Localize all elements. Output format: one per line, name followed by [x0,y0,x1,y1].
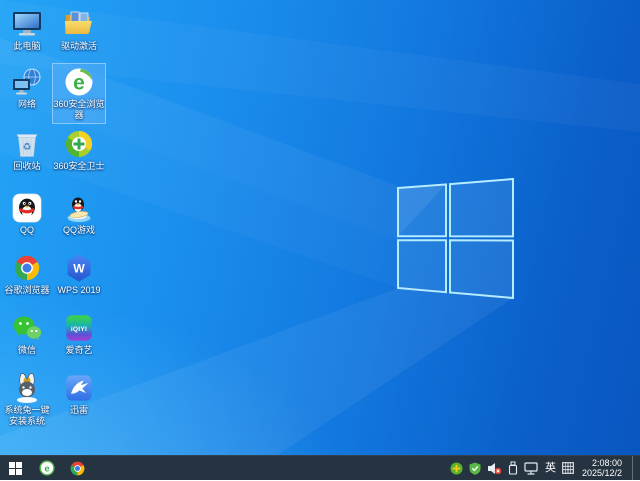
svg-text:iQIYI: iQIYI [71,326,87,333]
icon-label: 回收站 [13,161,41,171]
svg-text:W: W [73,262,85,276]
desktop-icon-recycle-bin[interactable]: ♻ 回收站 [1,126,53,174]
iqiyi-icon: iQIYI [62,312,96,344]
wps-icon: W [62,252,96,284]
icon-label: 网络 [17,99,36,109]
desktop-icon-360-safe[interactable]: 360安全卫士 [53,126,105,174]
desktop-icon-thunder[interactable]: 迅雷 [53,370,105,418]
desktop-icon-qq-games[interactable]: QQ游戏 [53,190,105,238]
chrome-taskbar-icon [70,461,85,475]
usb-device-tray-icon[interactable] [508,456,518,481]
icon-label: WPS 2019 [57,285,101,295]
volume-muted-icon[interactable] [487,456,502,481]
thunder-icon [62,372,96,404]
icon-label: 谷歌浏览器 [4,285,50,295]
desktop-icon-driver-activation[interactable]: 驱动激活 [53,6,105,54]
clock-date: 2025/12/2 [581,468,622,478]
windows-start-icon [9,461,22,475]
desktop-icon-system-rabbit[interactable]: 系统兔一键安装系统 [1,370,53,429]
svg-text:e: e [73,72,85,95]
ime-language-indicator[interactable]: 英 [545,456,556,481]
network-icon [10,66,44,98]
icon-label: 爱奇艺 [65,345,93,355]
desktop-icon-this-pc[interactable]: 此电脑 [1,6,53,54]
360-shield-tray-icon[interactable] [469,456,481,481]
taskbar-360-browser-button[interactable]: e [31,456,62,481]
icon-label: QQ [19,225,34,235]
desktop-icon-360-browser[interactable]: e 360安全浏览器 [52,63,106,124]
network-tray-icon[interactable] [524,456,539,481]
recycle-bin-icon: ♻ [10,128,44,160]
start-button[interactable] [0,456,31,481]
desktop-icon-wechat[interactable]: 微信 [1,310,53,358]
icon-label: 360安全卫士 [53,161,105,171]
desktop-icon-qq[interactable]: QQ [1,190,53,238]
icon-label: 系统兔一键安装系统 [4,405,50,426]
qq-icon [10,192,44,224]
clock-time: 2:08:00 [591,458,622,468]
icon-label: 驱动激活 [60,41,97,51]
desktop-icon-chrome[interactable]: 谷歌浏览器 [1,250,53,298]
desktop-icon-iqiyi[interactable]: iQIYI 爱奇艺 [53,310,105,358]
icon-label: QQ游戏 [62,225,95,235]
desktop-wallpaper: 此电脑 驱动激活 网络 e 360安全浏览器 ♻ 回收站 360安全卫士 QQ … [0,0,640,481]
icon-label: 迅雷 [69,405,88,415]
desktop-icon-network[interactable]: 网络 [1,64,53,112]
taskbar: e 英 2:08:00 2025/12/2 [0,455,640,481]
qq-games-icon [62,192,96,224]
icon-label: 此电脑 [13,41,41,51]
system-tray: 英 2:08:00 2025/12/2 [450,455,640,481]
taskbar-clock[interactable]: 2:08:00 2025/12/2 [580,458,626,478]
folder-icon [62,8,96,40]
chrome-icon [10,252,44,284]
desktop-icon-wps[interactable]: W WPS 2019 [53,250,105,298]
svg-text:♻: ♻ [23,142,32,153]
360-browser-taskbar-icon: e [38,460,55,476]
icon-label: 360安全浏览器 [53,99,105,120]
this-pc-icon [10,8,44,40]
360-browser-icon: e [62,66,96,98]
rabbit-icon [10,372,44,404]
360-antivirus-tray-icon[interactable] [450,456,463,481]
wechat-icon [10,312,44,344]
360-safe-icon [62,128,96,160]
icon-label: 微信 [17,345,36,355]
show-desktop-button[interactable] [632,455,638,481]
svg-text:e: e [44,464,49,475]
taskbar-chrome-button[interactable] [62,456,93,481]
ime-mode-icon[interactable] [562,456,574,481]
